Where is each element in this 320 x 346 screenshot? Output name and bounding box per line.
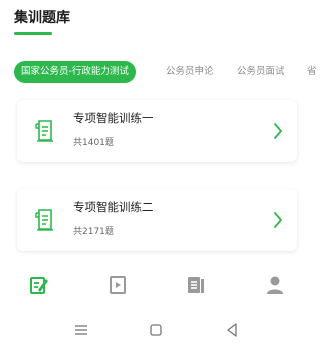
tab-more-partial[interactable]: 省 xyxy=(307,61,317,83)
training-name: 专项智能训练二 xyxy=(73,200,154,214)
chevron-right-icon xyxy=(274,123,282,139)
training-name: 专项智能训练一 xyxy=(73,111,154,125)
tab-essay[interactable]: 公务员申论 xyxy=(166,61,214,83)
category-tabs: 国家公务员-行政能力测试 公务员申论 公务员面试 省 xyxy=(14,61,317,83)
page-title: 集训题库 xyxy=(14,10,70,26)
document-list-icon[interactable] xyxy=(185,274,207,296)
training-card[interactable]: 专项智能训练二 共2171题 xyxy=(17,189,297,251)
title-underline xyxy=(14,32,52,35)
exam-paper-icon xyxy=(35,120,53,142)
home-icon[interactable] xyxy=(148,322,164,338)
question-count: 共2171题 xyxy=(73,227,114,237)
bottom-navigation xyxy=(0,268,314,304)
user-profile-icon[interactable] xyxy=(264,274,286,296)
question-bank-icon[interactable] xyxy=(28,274,50,296)
chevron-right-icon xyxy=(274,212,282,228)
question-count: 共1401题 xyxy=(73,138,114,148)
menu-icon[interactable] xyxy=(73,322,89,338)
system-navigation-bar xyxy=(0,318,314,342)
exam-paper-icon xyxy=(35,209,53,231)
tab-administrative-ability-test[interactable]: 国家公务员-行政能力测试 xyxy=(14,61,136,83)
page-header: 集训题库 xyxy=(14,8,70,35)
video-play-icon[interactable] xyxy=(107,274,129,296)
tab-interview[interactable]: 公务员面试 xyxy=(237,61,285,83)
training-card[interactable]: 专项智能训练一 共1401题 xyxy=(17,100,297,162)
back-icon[interactable] xyxy=(224,322,240,338)
